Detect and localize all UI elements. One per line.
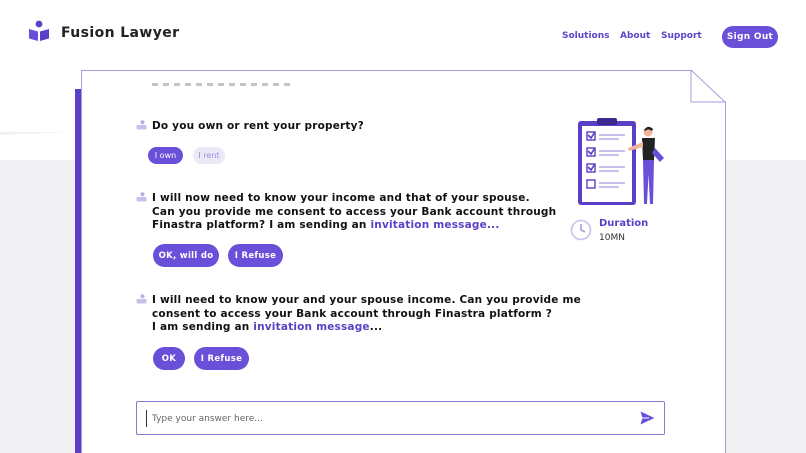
- logo-icon[interactable]: [28, 20, 50, 42]
- bot-avatar-icon: [136, 294, 147, 304]
- question-line: Can you provide me consent to access you…: [152, 205, 557, 218]
- question-line: I am sending an invitation message...: [152, 321, 581, 335]
- bot-avatar-icon: [136, 192, 147, 202]
- refuse-button[interactable]: I Refuse: [194, 347, 249, 370]
- brand-name[interactable]: Fusion Lawyer: [61, 25, 179, 41]
- question-own-or-rent: Do you own or rent your property?: [152, 120, 364, 132]
- page-fold-corner: [690, 70, 726, 103]
- checklist-illustration: [578, 118, 664, 205]
- question-spouse-income-consent: I will need to know your and your spouse…: [152, 294, 581, 335]
- question-line: consent to access your Bank account thro…: [152, 307, 553, 320]
- question-text: I am sending an: [152, 321, 254, 333]
- option-i-rent[interactable]: I rent: [193, 147, 225, 164]
- nav-solutions[interactable]: Solutions: [562, 31, 610, 41]
- invitation-message-link[interactable]: invitation message: [253, 321, 369, 333]
- question-text: ...: [369, 321, 383, 333]
- question-text: Finastra platform? I am sending an: [152, 219, 371, 231]
- card-accent-bar: [75, 89, 81, 453]
- nav-support[interactable]: Support: [661, 31, 702, 41]
- top-header: Fusion Lawyer Solutions About Support Si…: [0, 0, 806, 70]
- refuse-button[interactable]: I Refuse: [228, 244, 283, 267]
- clock-icon: [570, 219, 592, 241]
- question-income-consent: I will now need to know your income and …: [152, 192, 556, 233]
- sign-out-button[interactable]: Sign Out: [722, 26, 778, 48]
- invitation-message-link[interactable]: invitation message...: [370, 219, 499, 231]
- bot-avatar-icon: [136, 120, 147, 130]
- ok-will-do-button[interactable]: OK, will do: [153, 244, 219, 267]
- nav-about[interactable]: About: [620, 31, 650, 41]
- duration-value: 10MN: [599, 233, 625, 243]
- question-line: I will need to know your and your spouse…: [152, 294, 581, 306]
- ok-button[interactable]: OK: [153, 347, 185, 370]
- question-line: I will now need to know your income and …: [152, 192, 530, 204]
- option-i-own[interactable]: I own: [148, 147, 183, 164]
- answer-box: [136, 401, 665, 435]
- send-icon[interactable]: [640, 411, 655, 425]
- answer-input[interactable]: [146, 410, 626, 427]
- duration-title: Duration: [599, 218, 649, 229]
- question-line: Finastra platform? I am sending an invit…: [152, 219, 556, 233]
